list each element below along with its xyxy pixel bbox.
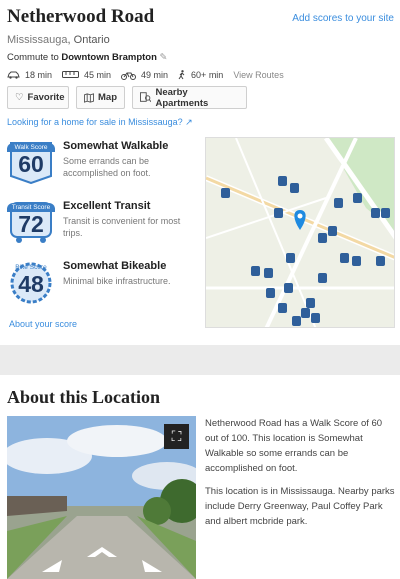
car-icon	[7, 71, 20, 79]
commute-prefix: Commute to	[7, 52, 62, 63]
nearby-apartments-button[interactable]: Nearby Apartments	[132, 86, 247, 109]
bike-score-row: Bike Score 48 Somewhat Bikeable Minimal …	[7, 260, 197, 308]
street-view[interactable]: ⛶	[7, 416, 196, 579]
transit-time: 45 min	[84, 70, 112, 80]
favorite-label: Favorite	[27, 92, 65, 103]
favorite-button[interactable]: ♡ Favorite	[7, 86, 69, 109]
commute-line: Commute to Downtown Brampton ✎	[7, 52, 395, 63]
map-label: Map	[98, 92, 117, 103]
map-icon	[84, 92, 94, 103]
action-buttons: ♡ Favorite Map Nearby Apartments	[7, 86, 247, 109]
location-line: Mississauga, Ontario	[7, 34, 395, 46]
about-paragraph-1: Netherwood Road has a Walk Score of 60 o…	[205, 418, 383, 474]
transit-mode[interactable]: 45 min	[62, 70, 111, 80]
bike-icon	[121, 72, 137, 80]
fullscreen-icon: ⛶	[171, 428, 182, 444]
bike-score-badge[interactable]: Bike Score 48	[7, 260, 55, 304]
drive-mode[interactable]: 18 min	[7, 70, 52, 80]
map-canvas	[206, 138, 394, 327]
external-link-icon: ↗	[185, 117, 193, 127]
commute-modes: 18 min 45 min 49 min 60+ min View Routes	[7, 70, 395, 80]
heart-icon: ♡	[15, 92, 24, 103]
add-scores-link[interactable]: Add scores to your site	[292, 13, 394, 24]
transit-score-value: 72	[18, 211, 44, 237]
home-for-sale-link[interactable]: Looking for a home for sale in Mississau…	[7, 117, 193, 128]
transit-score-title: Excellent Transit	[63, 200, 151, 212]
transit-score-badge[interactable]: Transit Score 72	[7, 200, 55, 244]
about-location-title: About this Location	[7, 387, 161, 407]
nearby-label: Nearby Apartments	[155, 86, 209, 109]
bike-score-desc: Minimal bike infrastructure.	[63, 276, 171, 286]
map-button[interactable]: Map	[76, 86, 125, 109]
commute-destination[interactable]: Downtown Brampton	[61, 52, 157, 63]
walk-score-badge[interactable]: Walk Score 60	[7, 140, 55, 184]
building-search-icon	[140, 92, 152, 103]
transit-score-desc: Transit is convenient for most trips.	[63, 216, 181, 238]
home-for-sale-text: Looking for a home for sale in Mississau…	[7, 117, 183, 127]
walk-score-value: 60	[18, 151, 44, 177]
score-list: Walk Score 60 Somewhat Walkable Some err…	[7, 140, 197, 320]
about-location-text: Netherwood Road has a Walk Score of 60 o…	[205, 416, 395, 537]
bike-score-value: 48	[18, 271, 44, 297]
view-routes-link[interactable]: View Routes	[233, 70, 283, 80]
walk-time: 60+ min	[191, 70, 224, 80]
city-link[interactable]: Mississauga	[7, 34, 68, 46]
walk-icon	[178, 70, 185, 80]
bike-time: 49 min	[141, 70, 169, 80]
drive-time: 18 min	[25, 70, 53, 80]
section-divider	[0, 345, 400, 375]
street-nav-arrows-icon[interactable]	[37, 542, 167, 579]
bike-score-title: Somewhat Bikeable	[63, 260, 167, 272]
walk-mode[interactable]: 60+ min	[178, 70, 223, 80]
bus-icon	[62, 71, 80, 78]
pencil-icon[interactable]: ✎	[160, 52, 168, 63]
walk-score-desc: Some errands can be accomplished on foot…	[63, 156, 151, 178]
about-paragraph-2: This location is in Mississauga. Nearby …	[205, 486, 395, 527]
walk-score-title: Somewhat Walkable	[63, 140, 169, 152]
province-label: , Ontario	[67, 34, 110, 46]
transit-score-row: Transit Score 72 Excellent Transit Trans…	[7, 200, 197, 248]
location-map[interactable]	[205, 137, 395, 328]
page-header: Netherwood Road Add scores to your site …	[7, 6, 395, 80]
walk-score-row: Walk Score 60 Somewhat Walkable Some err…	[7, 140, 197, 188]
about-score-link[interactable]: About your score	[9, 319, 77, 329]
bike-mode[interactable]: 49 min	[121, 70, 168, 80]
fullscreen-button[interactable]: ⛶	[164, 424, 189, 449]
